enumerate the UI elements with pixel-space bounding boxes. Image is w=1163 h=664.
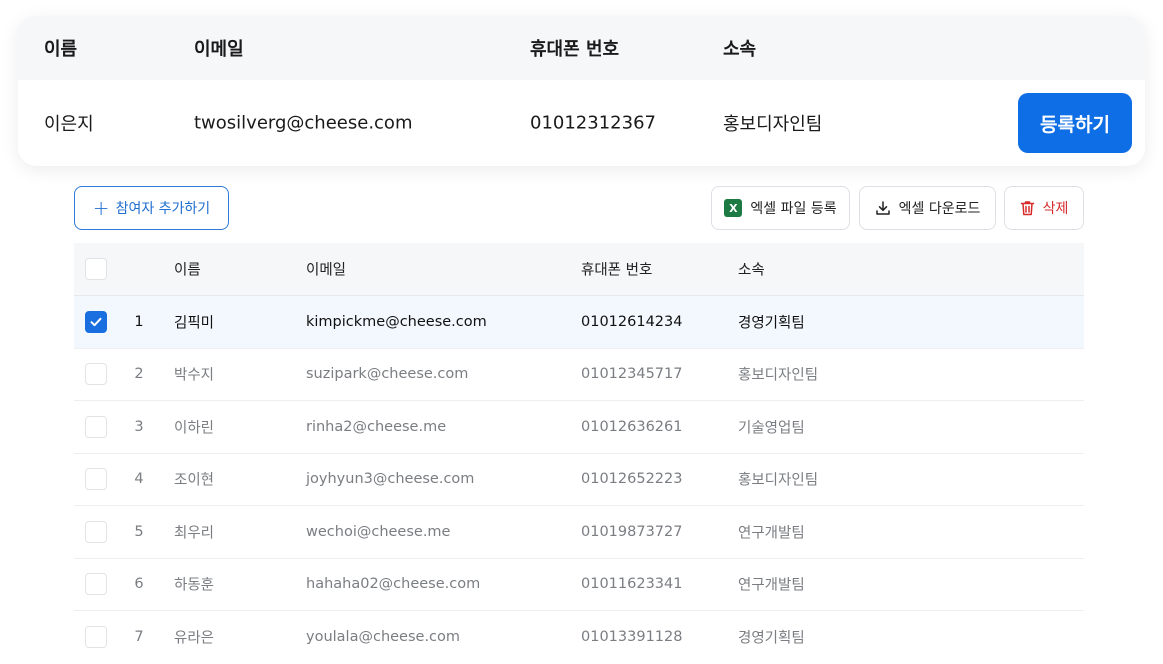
row-phone: 01013391128 bbox=[581, 629, 683, 646]
row-email: kimpickme@cheese.com bbox=[306, 313, 487, 330]
row-org: 연구개발팀 bbox=[738, 525, 805, 542]
row-phone: 01019873727 bbox=[581, 523, 683, 540]
registration-row: 이은지 twosilverg@cheese.com 01012312367 홍보… bbox=[18, 80, 1145, 166]
table-row[interactable]: 2 박수지 suzipark@cheese.com 01012345717 홍보디자인팀 bbox=[74, 349, 1084, 401]
excel-download-button[interactable]: 엑셀 다운로드 bbox=[859, 186, 996, 230]
row-name: 이하린 bbox=[174, 420, 215, 437]
row-checkbox[interactable] bbox=[85, 363, 107, 386]
excel-upload-button[interactable]: X 엑셀 파일 등록 bbox=[711, 186, 850, 230]
table-row[interactable]: 6 하동훈 hahaha02@cheese.com 01011623341 연구개발팀 bbox=[74, 559, 1084, 611]
excel-icon: X bbox=[724, 199, 743, 217]
row-number: 3 bbox=[134, 418, 144, 435]
check-icon bbox=[90, 317, 102, 326]
row-phone: 01012614234 bbox=[581, 313, 683, 330]
reg-org-field[interactable]: 홍보디자인팀 bbox=[723, 110, 822, 136]
row-phone: 01012345717 bbox=[581, 366, 683, 383]
row-number: 2 bbox=[134, 366, 144, 383]
column-header-name: 이름 bbox=[174, 262, 201, 279]
register-button[interactable]: 등록하기 bbox=[1018, 93, 1132, 153]
row-checkbox[interactable] bbox=[85, 468, 107, 491]
row-email: rinha2@cheese.me bbox=[306, 418, 447, 435]
row-name: 박수지 bbox=[174, 367, 215, 384]
row-email: joyhyun3@cheese.com bbox=[306, 471, 475, 488]
delete-button[interactable]: 삭제 bbox=[1004, 186, 1084, 230]
row-email: hahaha02@cheese.com bbox=[306, 576, 481, 593]
header-name: 이름 bbox=[44, 39, 78, 60]
registration-card: 이름 이메일 휴대폰 번호 소속 이은지 twosilverg@cheese.c… bbox=[18, 16, 1145, 166]
table-row[interactable]: 5 최우리 wechoi@cheese.me 01019873727 연구개발팀 bbox=[74, 506, 1084, 559]
row-email: youlala@cheese.com bbox=[306, 629, 461, 646]
trash-icon bbox=[1020, 201, 1034, 216]
row-number: 7 bbox=[134, 629, 144, 646]
header-phone: 휴대폰 번호 bbox=[530, 39, 620, 60]
row-number: 4 bbox=[134, 471, 144, 488]
excel-upload-label: 엑셀 파일 등록 bbox=[750, 201, 837, 217]
delete-label: 삭제 bbox=[1042, 201, 1069, 217]
row-checkbox[interactable] bbox=[85, 415, 107, 438]
download-icon bbox=[875, 201, 890, 215]
header-org: 소속 bbox=[723, 39, 757, 60]
column-header-email: 이메일 bbox=[306, 262, 347, 279]
row-name: 하동훈 bbox=[174, 577, 215, 594]
row-checkbox[interactable] bbox=[85, 573, 107, 596]
table-row[interactable]: 4 조이현 joyhyun3@cheese.com 01012652223 홍보디자인팀 bbox=[74, 454, 1084, 506]
row-org: 홍보디자인팀 bbox=[738, 367, 819, 384]
row-phone: 01012636261 bbox=[581, 418, 683, 435]
row-phone: 01011623341 bbox=[581, 576, 683, 593]
row-email: suzipark@cheese.com bbox=[306, 366, 469, 383]
row-phone: 01012652223 bbox=[581, 471, 683, 488]
row-number: 6 bbox=[134, 576, 144, 593]
participant-table: 이름 이메일 휴대폰 번호 소속 1 김픽미 kimpickme@cheese.co… bbox=[74, 243, 1084, 664]
row-checkbox[interactable] bbox=[85, 310, 107, 333]
column-header-org: 소속 bbox=[738, 262, 765, 279]
row-org: 홍보디자인팀 bbox=[738, 472, 819, 489]
add-participant-label: 참여자 추가하기 bbox=[115, 201, 211, 217]
row-org: 경영기획팀 bbox=[738, 315, 805, 332]
header-email: 이메일 bbox=[194, 39, 244, 60]
row-name: 조이현 bbox=[174, 472, 215, 489]
row-name: 김픽미 bbox=[174, 315, 215, 332]
table-row[interactable]: 7 유라은 youlala@cheese.com 01013391128 경영기획팀 bbox=[74, 611, 1084, 664]
excel-download-label: 엑셀 다운로드 bbox=[898, 201, 981, 217]
reg-email-field[interactable]: twosilverg@cheese.com bbox=[194, 113, 412, 134]
select-all-checkbox[interactable] bbox=[85, 258, 107, 280]
column-header-phone: 휴대폰 번호 bbox=[581, 262, 653, 279]
plus-icon: + bbox=[92, 196, 110, 220]
row-number: 5 bbox=[134, 523, 144, 540]
row-checkbox[interactable] bbox=[85, 520, 107, 543]
row-org: 기술영업팀 bbox=[738, 420, 805, 437]
reg-phone-field[interactable]: 01012312367 bbox=[530, 113, 656, 134]
table-header-row: 이름 이메일 휴대폰 번호 소속 bbox=[74, 243, 1084, 296]
table-row[interactable]: 3 이하린 rinha2@cheese.me 01012636261 기술영업팀 bbox=[74, 401, 1084, 454]
table-row[interactable]: 1 김픽미 kimpickme@cheese.com 01012614234 경영기획팀 bbox=[74, 296, 1084, 349]
reg-name-field[interactable]: 이은지 bbox=[44, 110, 94, 136]
row-number: 1 bbox=[134, 313, 144, 330]
add-participant-button[interactable]: + 참여자 추가하기 bbox=[74, 186, 229, 230]
row-email: wechoi@cheese.me bbox=[306, 523, 451, 540]
row-name: 최우리 bbox=[174, 525, 215, 542]
row-org: 연구개발팀 bbox=[738, 577, 805, 594]
registration-header: 이름 이메일 휴대폰 번호 소속 bbox=[18, 16, 1145, 80]
